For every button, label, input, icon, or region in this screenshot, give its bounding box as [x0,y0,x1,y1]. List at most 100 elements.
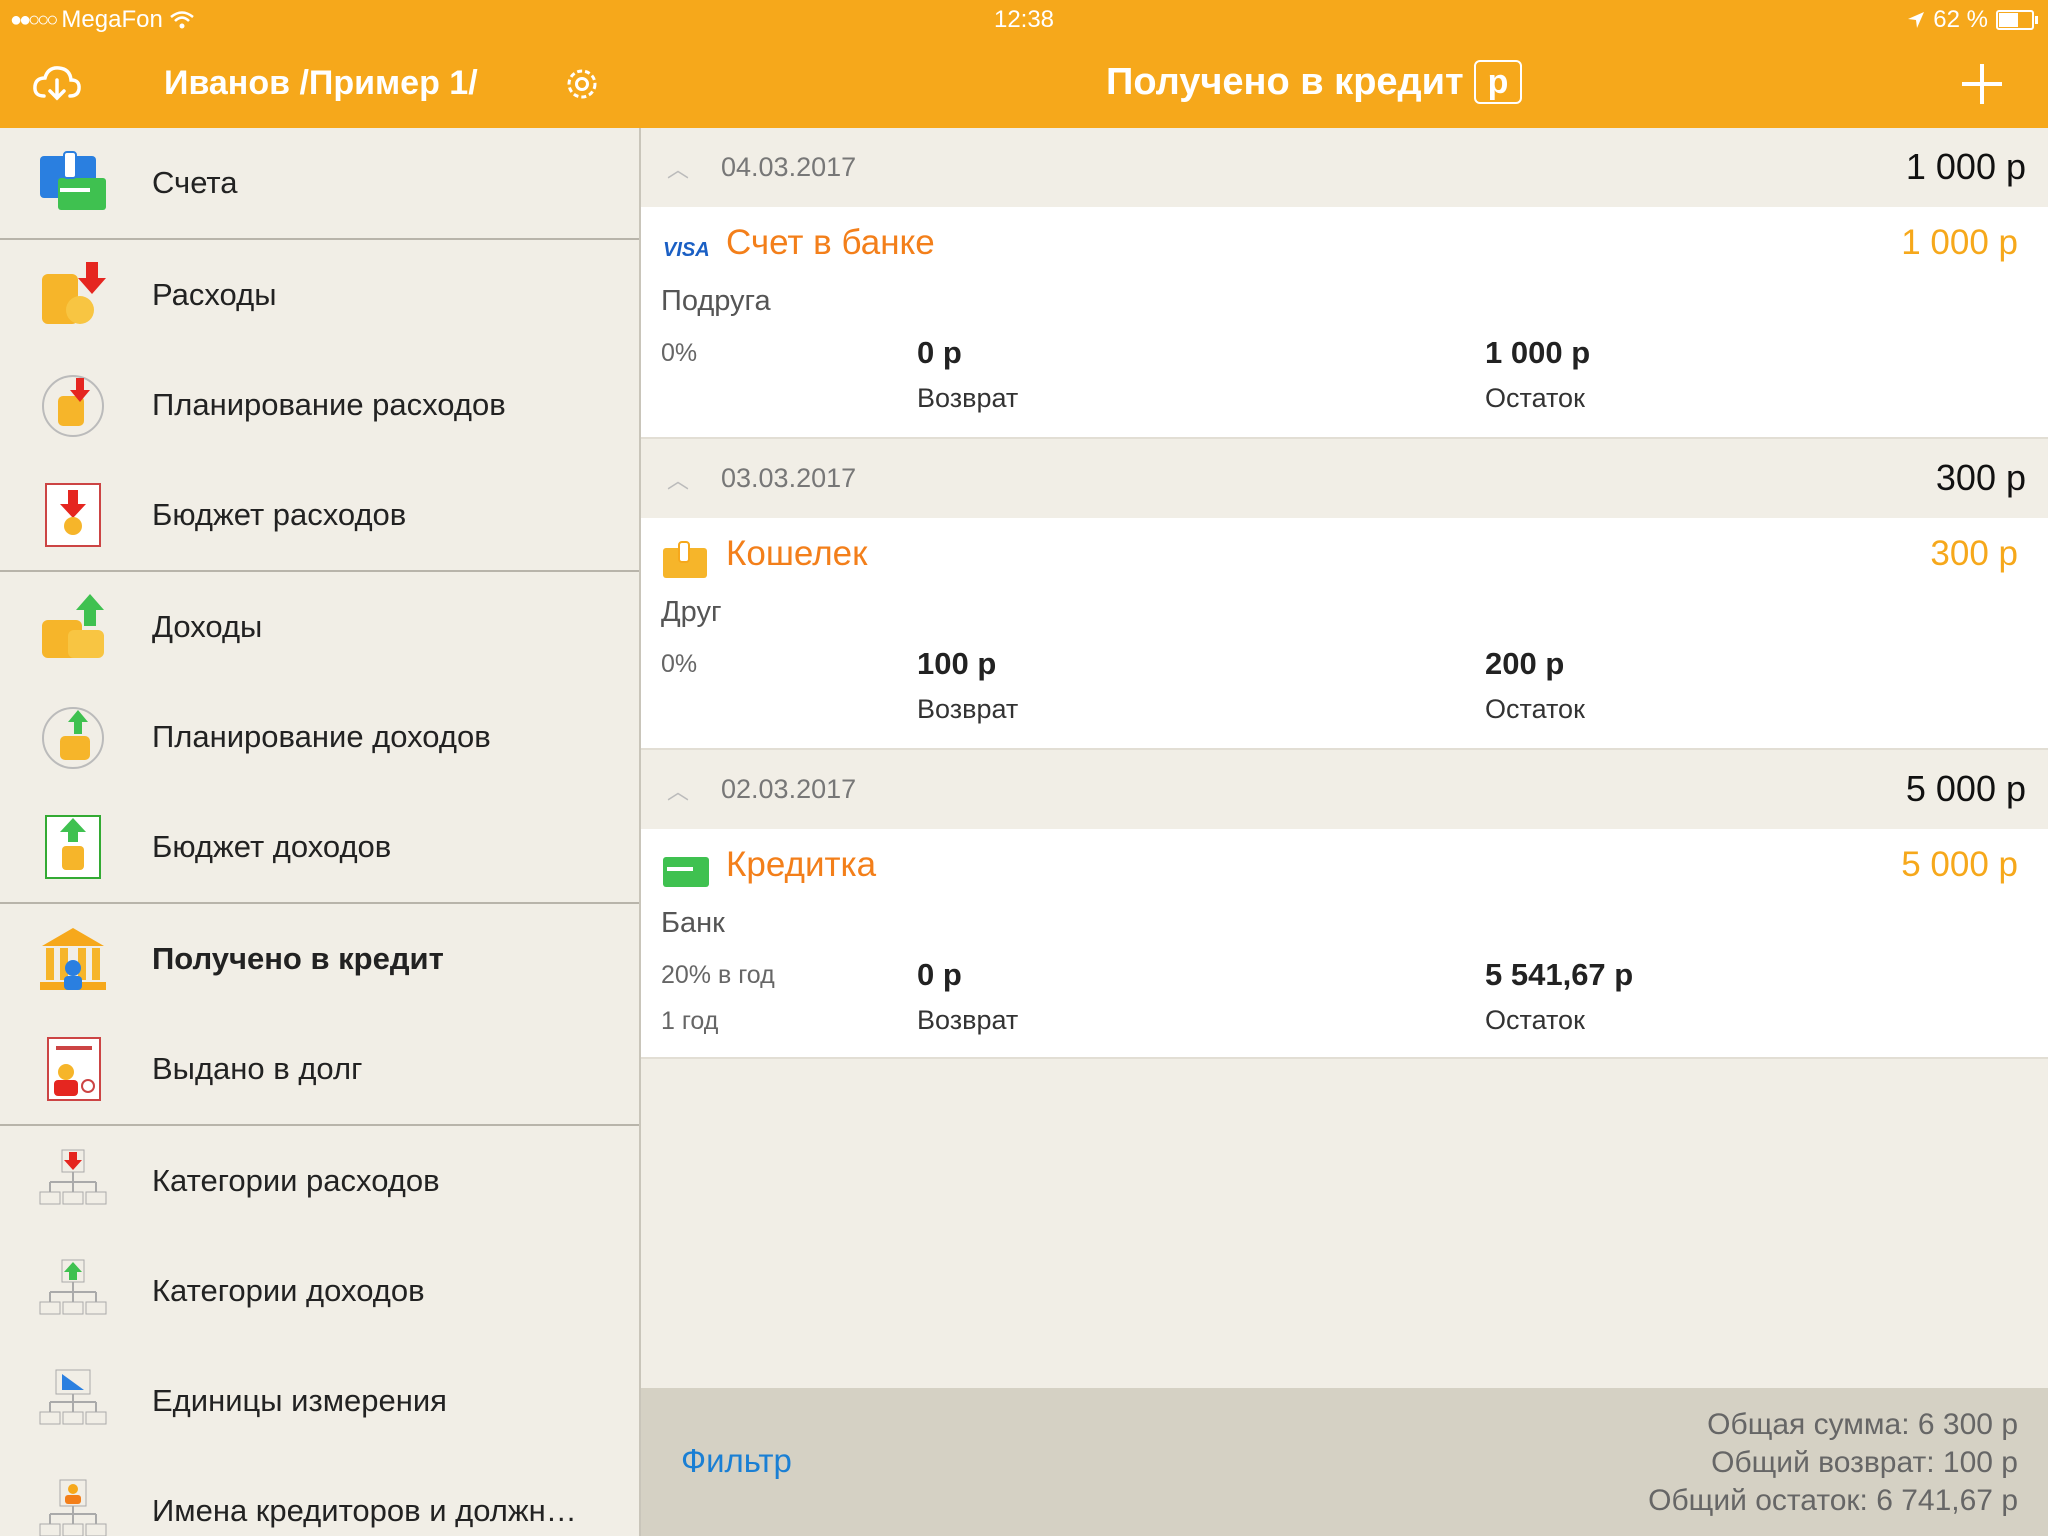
account-name: Счет в банке [726,223,935,262]
balance-amount: 5 541,67 р [1485,957,1634,992]
creditor-name: Друг [661,596,722,628]
battery-icon [1996,10,2038,30]
debt-document-icon [47,1037,101,1101]
sidebar-item-label: Бюджет расходов [152,497,407,532]
returned-amount: 100 р [917,646,997,681]
total-balance: Общий остаток: 6 741,67 р [1648,1484,2018,1517]
page-title: Получено в кредит р [1106,60,1523,104]
group-sum: 300 р [1935,457,2026,498]
creditor-name: Подруга [661,285,771,317]
sidebar-item-label: Выдано в долг [152,1051,363,1086]
sidebar-item-label: Категории расходов [152,1163,440,1198]
group-sum: 1 000 р [1905,146,2026,187]
sidebar-title: Иванов /Пример 1/ [164,64,478,102]
location-arrow-icon [1908,12,1925,28]
creditor-names-icon [39,1479,107,1536]
chevron-up-icon: ︿ [667,779,690,804]
sidebar-item-label: Единицы измерения [152,1383,447,1418]
interest-rate: 20% в год [661,961,775,989]
income-planning-icon [42,707,104,769]
balance-label: Остаток [1485,383,1585,413]
credit-entry[interactable]: VISA Счет в банке 1 000 р Подруга 0% 0 р… [641,207,2048,439]
sidebar-item-income-categories[interactable]: Категории доходов [0,1236,639,1346]
sidebar-item-units[interactable]: Единицы измерения [0,1346,639,1456]
total-sum: Общая сумма: 6 300 р [1707,1408,2018,1441]
account-amount: 300 р [1930,534,2018,573]
group-sum: 5 000 р [1905,768,2026,809]
chevron-up-icon: ︿ [667,468,690,493]
sidebar-item-expense-categories[interactable]: Категории расходов [0,1126,639,1236]
total-returned: Общий возврат: 100 р [1711,1446,2018,1479]
returned-label: Возврат [917,383,1019,413]
sidebar-item-label: Планирование доходов [152,719,491,754]
creditor-name: Банк [661,907,725,939]
sidebar-item-label: Получено в кредит [152,941,444,976]
interest-rate: 0% [661,650,698,678]
sidebar-item-income[interactable]: Доходы [0,572,639,682]
status-right: 62 % [1907,6,2038,34]
sidebar: Счета Расходы Планирование расходов Бюдж… [0,128,641,1536]
balance-amount: 1 000 р [1485,335,1591,370]
sidebar-item-label: Категории доходов [152,1273,425,1308]
date-group-header[interactable]: ︿ 04.03.2017 1 000 р [641,128,2048,207]
group-date: 04.03.2017 [721,152,857,182]
credit-entry[interactable]: Кошелек 300 р Друг 0% 100 р Возврат 200 … [641,518,2048,750]
svg-text:VISA: VISA [663,239,710,261]
sidebar-item-label: Счета [152,165,238,200]
status-time: 12:38 [993,6,1055,33]
loan-term: 1 год [661,1007,719,1035]
sidebar-item-accounts[interactable]: Счета [0,128,639,238]
currency-badge[interactable]: р [1473,60,1523,104]
bank-icon [40,928,106,990]
balance-amount: 200 р [1485,646,1565,681]
account-amount: 5 000 р [1901,845,2018,884]
income-budget-icon [45,815,101,879]
battery-percent: 62 % [1933,6,1988,33]
visa-icon: VISA [663,239,710,261]
date-group-header[interactable]: ︿ 02.03.2017 5 000 р [641,750,2048,829]
expenses-coins-icon [42,262,106,324]
group-date: 02.03.2017 [721,774,857,804]
wallet-icon [663,541,707,578]
sidebar-item-expense-planning[interactable]: Планирование расходов [0,350,639,460]
balance-label: Остаток [1485,694,1585,724]
sidebar-item-expenses[interactable]: Расходы [0,240,639,350]
sidebar-item-label: Бюджет доходов [152,829,392,864]
filter-button[interactable]: Фильтр [681,1442,792,1480]
expense-budget-icon [45,483,101,547]
income-categories-icon [39,1259,107,1315]
sidebar-item-creditor-names[interactable]: Имена кредиторов и должн… [0,1456,639,1536]
group-date: 03.03.2017 [721,463,857,493]
chevron-up-icon: ︿ [667,157,690,182]
sidebar-item-income-budget[interactable]: Бюджет доходов [0,792,639,902]
add-icon[interactable] [1960,62,2004,106]
sidebar-item-label: Имена кредиторов и должн… [152,1493,577,1528]
wallet-icon [40,151,106,210]
sidebar-item-credit-received[interactable]: Получено в кредит [0,904,639,1014]
sidebar-item-label: Расходы [152,277,277,312]
sidebar-item-debt-given[interactable]: Выдано в долг [0,1014,639,1124]
returned-amount: 0 р [917,957,962,992]
account-name: Кредитка [726,845,877,884]
returned-amount: 0 р [917,335,962,370]
interest-rate: 0% [661,339,698,367]
expense-categories-icon [39,1149,107,1205]
cloud-download-icon[interactable] [32,64,82,104]
credit-card-icon [663,857,709,887]
gear-icon[interactable] [561,63,603,105]
units-icon [39,1369,107,1425]
credit-entry[interactable]: Кредитка 5 000 р Банк 20% в год 1 год 0 … [641,829,2048,1059]
sidebar-item-label: Планирование расходов [152,387,506,422]
top-bar: ●●○○○ MegaFon 12:38 62 % Иванов /Пример … [0,0,2048,128]
page-title-text: Получено в кредит [1106,60,1464,103]
income-coins-icon [42,594,104,658]
date-group-header[interactable]: ︿ 03.03.2017 300 р [641,439,2048,518]
sidebar-item-expense-budget[interactable]: Бюджет расходов [0,460,639,570]
credit-list: ︿ 04.03.2017 1 000 р VISA Счет в банке 1… [641,128,2048,1388]
sidebar-item-income-planning[interactable]: Планирование доходов [0,682,639,792]
totals-footer: Фильтр Общая сумма: 6 300 р Общий возвра… [641,1388,2048,1536]
account-amount: 1 000 р [1901,223,2018,262]
returned-label: Возврат [917,694,1019,724]
sidebar-item-label: Доходы [152,609,263,644]
returned-label: Возврат [917,1005,1019,1035]
